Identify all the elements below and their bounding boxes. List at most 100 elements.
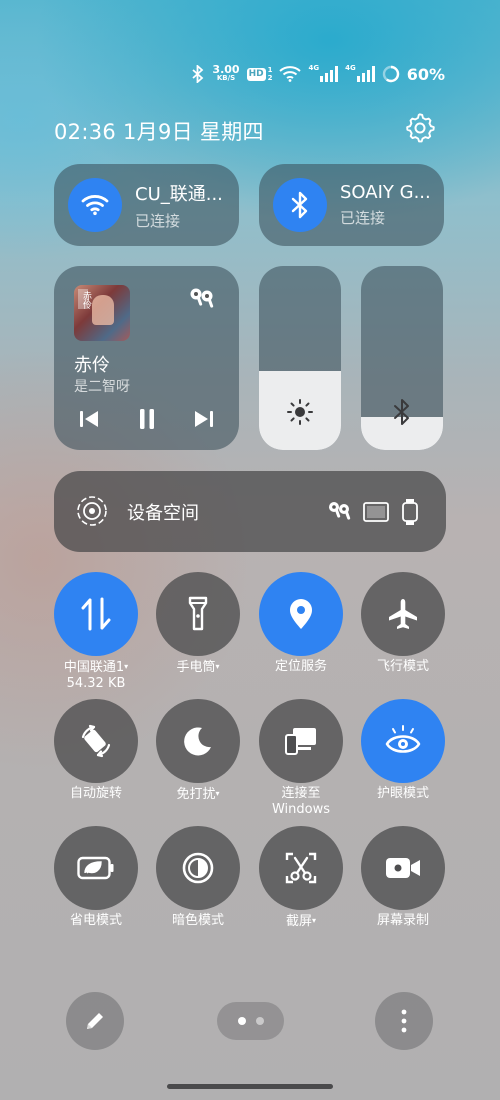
wifi-status: 已连接: [135, 211, 181, 230]
watch-device-icon[interactable]: [402, 499, 418, 525]
signal-strength-icon-2: [356, 66, 375, 82]
media-player-tile[interactable]: 赤伶 赤伶 是二智呀: [54, 266, 239, 450]
hd-sim-index: 12: [267, 66, 273, 82]
airplane-mode-button[interactable]: [361, 572, 445, 656]
device-space-label: 设备空间: [127, 502, 199, 524]
flashlight-toggle[interactable]: 手电筒▾: [156, 572, 240, 676]
screen-record-label: 屏幕录制: [376, 913, 429, 928]
dark-mode-icon: [182, 852, 214, 884]
eye-comfort-toggle[interactable]: 护眼模式: [361, 699, 445, 802]
more-options-button[interactable]: [375, 992, 433, 1050]
do-not-disturb-toggle[interactable]: 免打扰▾: [156, 699, 240, 803]
mobile-data-toggle[interactable]: 中国联通1▾ 54.32 KB: [54, 572, 138, 692]
more-vertical-icon: [401, 1009, 407, 1033]
screenshot-toggle[interactable]: 截屏▾: [259, 826, 343, 930]
date-time-label: 02:36 1月9日 星期四: [54, 120, 264, 144]
auto-rotate-toggle[interactable]: 自动旋转: [54, 699, 138, 802]
power-saving-button[interactable]: [54, 826, 138, 910]
mobile-data-label: 中国联通1: [63, 660, 125, 675]
airplane-mode-toggle[interactable]: 飞行模式: [361, 572, 445, 675]
moon-icon: [184, 727, 211, 756]
bluetooth-device-name: SOAIY G...: [340, 182, 431, 203]
hd-voice-badge: HD: [246, 67, 266, 81]
screenshot-button[interactable]: [259, 826, 343, 910]
screen-record-toggle[interactable]: 屏幕录制: [361, 826, 445, 929]
bluetooth-status-icon: [192, 65, 204, 83]
wifi-icon: [81, 195, 109, 216]
screen-record-button[interactable]: [361, 826, 445, 910]
do-not-disturb-label: 免打扰: [176, 787, 216, 802]
connect-windows-label: 连接至: [281, 786, 321, 801]
brightness-slider[interactable]: [259, 266, 341, 450]
dark-mode-button[interactable]: [156, 826, 240, 910]
page-dot-active: [237, 1017, 246, 1025]
wifi-toggle[interactable]: [68, 178, 122, 232]
pause-button[interactable]: [133, 406, 161, 432]
bluetooth-icon: [291, 191, 308, 219]
wifi-tile[interactable]: CU_联通... 已连接: [54, 164, 239, 246]
edit-controls-button[interactable]: [66, 992, 124, 1050]
do-not-disturb-caret[interactable]: ▾: [216, 789, 220, 798]
flashlight-button[interactable]: [156, 572, 240, 656]
page-indicator[interactable]: [217, 1002, 284, 1040]
location-label: 定位服务: [274, 659, 327, 674]
network-speed: 3.00 KB/S: [212, 63, 240, 83]
dark-mode-label: 暗色模式: [171, 913, 224, 928]
power-saving-toggle[interactable]: 省电模式: [54, 826, 138, 929]
video-camera-icon: [386, 858, 420, 878]
auto-rotate-icon: [81, 724, 111, 758]
album-art-text: 赤伶: [81, 291, 91, 309]
scissors-icon: [285, 852, 317, 884]
previous-icon: [80, 411, 98, 427]
pause-icon: [140, 409, 154, 429]
battery-percentage: 60%: [406, 64, 445, 84]
connect-windows-sublabel: Windows: [271, 802, 331, 817]
earbuds-output-icon[interactable]: [188, 286, 218, 312]
device-space-tile[interactable]: 设备空间: [54, 471, 446, 552]
bluetooth-volume-icon: [394, 399, 409, 425]
pencil-icon: [87, 1013, 103, 1029]
album-art[interactable]: 赤伶: [74, 285, 130, 341]
wifi-status-icon: [279, 66, 302, 82]
connect-windows-toggle[interactable]: 连接至 Windows: [259, 699, 343, 818]
eye-icon: [385, 725, 421, 753]
status-bar: 3.00 KB/S HD 12 4G 4G 60%: [191, 63, 445, 85]
do-not-disturb-button[interactable]: [156, 699, 240, 783]
earbuds-device-icon[interactable]: [327, 500, 353, 524]
screenshot-label: 截屏: [285, 914, 312, 929]
previous-track-button[interactable]: [75, 406, 103, 432]
airplane-icon: [389, 599, 417, 629]
connect-windows-button[interactable]: [259, 699, 343, 783]
wifi-network-name: CU_联通...: [135, 183, 223, 205]
screenshot-caret[interactable]: ▾: [312, 916, 316, 925]
device-space-icon: [77, 496, 107, 526]
bluetooth-status: 已连接: [340, 209, 386, 227]
flashlight-icon: [188, 596, 208, 631]
connect-windows-icon: [285, 728, 316, 755]
flashlight-caret[interactable]: ▾: [216, 662, 220, 671]
brightness-sun-icon: [287, 399, 313, 425]
network-speed-value: 3.00: [212, 63, 240, 76]
bluetooth-volume-slider[interactable]: [361, 266, 443, 450]
flashlight-label: 手电筒: [176, 660, 216, 675]
eye-comfort-label: 护眼模式: [376, 786, 429, 801]
bluetooth-tile[interactable]: SOAIY G... 已连接: [259, 164, 444, 246]
settings-gear-icon[interactable]: [405, 113, 435, 143]
mobile-data-arrows-icon: [81, 597, 111, 631]
auto-rotate-label: 自动旋转: [69, 786, 122, 801]
tablet-device-icon[interactable]: [363, 502, 389, 522]
next-icon: [195, 411, 213, 427]
mobile-data-button[interactable]: [54, 572, 138, 656]
dark-mode-toggle[interactable]: 暗色模式: [156, 826, 240, 929]
home-indicator[interactable]: [167, 1084, 333, 1089]
network-type-4g: 4G: [308, 64, 320, 72]
song-title: 赤伶: [74, 355, 110, 376]
page-dot: [255, 1017, 264, 1025]
bluetooth-toggle[interactable]: [273, 178, 327, 232]
mobile-data-caret[interactable]: ▾: [124, 662, 128, 671]
eye-comfort-button[interactable]: [361, 699, 445, 783]
location-button[interactable]: [259, 572, 343, 656]
auto-rotate-button[interactable]: [54, 699, 138, 783]
location-toggle[interactable]: 定位服务: [259, 572, 343, 675]
next-track-button[interactable]: [190, 406, 218, 432]
